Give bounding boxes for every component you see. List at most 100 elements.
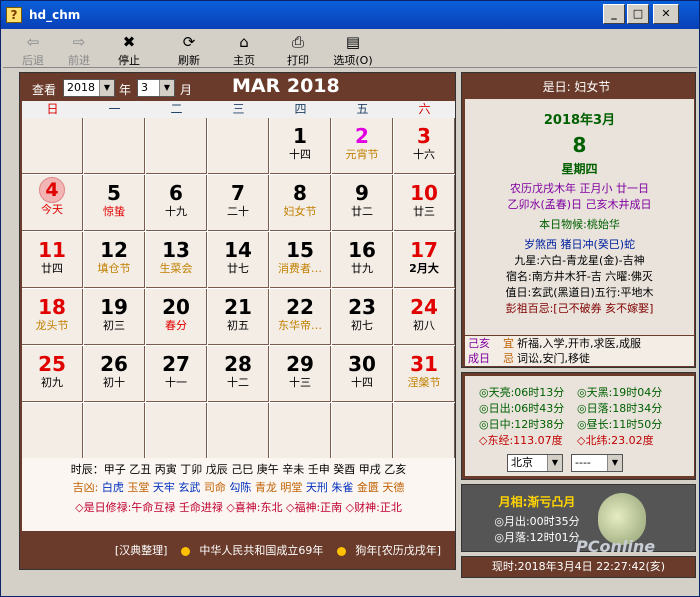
toolbar-label: 前进: [68, 54, 90, 67]
day-cell[interactable]: 25 初九: [22, 346, 83, 402]
footer-year: 狗年[农历戊戌年]: [355, 544, 441, 557]
day-cell[interactable]: 29 十三: [270, 346, 331, 402]
day-cell[interactable]: 26 初十: [84, 346, 145, 402]
lunar-label: 初十: [103, 376, 125, 389]
day-cell[interactable]: 22 东华帝…: [270, 289, 331, 345]
day-cell[interactable]: 3 十六: [394, 118, 455, 174]
toolbar-icon: ✖: [122, 33, 136, 51]
day-cell[interactable]: 8 妇女节: [270, 175, 331, 231]
day-cell[interactable]: 20 春分: [146, 289, 207, 345]
day-cell[interactable]: [208, 403, 269, 459]
pengzu-line: 彭祖百忌:[己不破券 亥不嫁娶]: [505, 302, 654, 315]
day-cell[interactable]: [394, 403, 455, 459]
day-cell[interactable]: [208, 118, 269, 174]
day-cell[interactable]: 7 二十: [208, 175, 269, 231]
big-day: 8: [572, 133, 587, 157]
toolbar-button-0[interactable]: ⇦ 后退: [11, 32, 55, 67]
day-cell[interactable]: 23 初七: [332, 289, 393, 345]
day-number: 23: [348, 295, 376, 319]
day-cell[interactable]: 9 廿二: [332, 175, 393, 231]
day-cell[interactable]: 4 今天: [22, 175, 83, 231]
day-number: 21: [224, 295, 252, 319]
toolbar-label: 刷新: [178, 54, 200, 67]
day-number: 4: [22, 177, 82, 203]
sun-info: ◎日出:06时43分: [479, 402, 565, 415]
close-button[interactable]: ✕: [653, 4, 679, 24]
sun-info: ◇东经:113.07度: [479, 434, 563, 447]
gods-row: ◇是日修禄:午命互禄 壬命进禄 ◇喜神:东北 ◇福神:正南 ◇财神:正北: [75, 501, 402, 514]
day-cell[interactable]: [332, 403, 393, 459]
day-cell[interactable]: [22, 403, 83, 459]
toolbar-label: 停止: [118, 54, 140, 67]
day-number: 12: [100, 238, 128, 262]
day-cell[interactable]: [146, 403, 207, 459]
day-cell[interactable]: 11 廿四: [22, 232, 83, 288]
window-title: hd_chm: [29, 8, 81, 22]
day-cell[interactable]: 21 初五: [208, 289, 269, 345]
day-number: 2: [355, 124, 369, 148]
lunar-label: 十二: [227, 376, 249, 389]
day-cell[interactable]: 24 初八: [394, 289, 455, 345]
jixiong-item: 玉堂: [127, 481, 153, 494]
day-cell[interactable]: 28 十二: [208, 346, 269, 402]
day-cell[interactable]: [146, 118, 207, 174]
toolbar-button-3[interactable]: ⟳ 刷新: [167, 32, 211, 67]
day-cell[interactable]: 1 十四: [270, 118, 331, 174]
jixiong-item: 玄武: [178, 481, 204, 494]
day-cell[interactable]: [22, 118, 83, 174]
chevron-down-icon: ▼: [99, 80, 114, 96]
maximize-button[interactable]: □: [627, 4, 649, 24]
minimize-button[interactable]: _: [603, 4, 625, 24]
month-value: 3: [141, 81, 148, 94]
sun-info: ◎天黑:19时04分: [577, 386, 663, 399]
toolbar-button-1[interactable]: ⇨ 前进: [57, 32, 101, 67]
month-select[interactable]: 3 ▼: [137, 79, 175, 97]
day-cell[interactable]: 19 初三: [84, 289, 145, 345]
day-cell[interactable]: [270, 403, 331, 459]
sun-inner: ◎天亮:06时13分 ◎天黑:19时04分 ◎日出:06时43分 ◎日落:18时34分…: [465, 376, 694, 476]
app-window: ? hd_chm _ □ ✕ ⇦ 后退 ⇨ 前进 ✖ 停止 ⟳ 刷新 ⌂ 主页 ⎙ 打印 ▤ 选项(O) …: [0, 0, 700, 597]
lunar-label: 廿二: [351, 205, 373, 218]
city-select[interactable]: 北京 ▼: [507, 454, 563, 472]
toolbar-button-4[interactable]: ⌂ 主页: [222, 32, 266, 67]
ji-day: 成日: [468, 352, 490, 365]
day-cell[interactable]: 2 元宵节: [332, 118, 393, 174]
day-cell[interactable]: 5 惊蛰: [84, 175, 145, 231]
city2-select[interactable]: ---- ▼: [571, 454, 623, 472]
lunar-label: 生菜会: [159, 262, 193, 275]
bullet-icon: [180, 546, 190, 556]
day-cell[interactable]: 17 2月大: [394, 232, 455, 288]
shichen-row: 时辰：甲子 乙丑 丙寅 丁卯 戊辰 己巳 庚午 辛未 壬申 癸酉 甲戌 乙亥: [70, 463, 407, 476]
day-cell[interactable]: 10 廿三: [394, 175, 455, 231]
day-cell[interactable]: [84, 403, 145, 459]
day-number: 13: [162, 238, 190, 262]
jixiong-item: 天刑: [305, 481, 332, 494]
year-unit: 年: [119, 83, 132, 97]
day-cell[interactable]: 13 生菜会: [146, 232, 207, 288]
day-cell[interactable]: 31 涅槃节: [394, 346, 455, 402]
title-bar: ? hd_chm _ □ ✕: [1, 1, 699, 29]
day-cell[interactable]: 18 龙头节: [22, 289, 83, 345]
day-cell[interactable]: 12 填仓节: [84, 232, 145, 288]
toolbar-button-6[interactable]: ▤ 选项(O): [331, 32, 375, 67]
sun-panel: ◎天亮:06时13分 ◎天黑:19时04分 ◎日出:06时43分 ◎日落:18时34分…: [461, 372, 696, 480]
day-cell[interactable]: 27 十一: [146, 346, 207, 402]
city2-value: ----: [575, 456, 591, 469]
year-select[interactable]: 2018 ▼: [63, 79, 115, 97]
toolbar-button-5[interactable]: ⎙ 打印: [276, 32, 320, 67]
day-cell[interactable]: 6 十九: [146, 175, 207, 231]
yi-label: 宜: [503, 337, 514, 350]
day-cell[interactable]: 14 廿七: [208, 232, 269, 288]
jixiong-item: 明堂: [280, 481, 306, 494]
toolbar-button-2[interactable]: ✖ 停止: [107, 32, 151, 67]
day-cell[interactable]: 16 廿九: [332, 232, 393, 288]
day-number: 14: [224, 238, 252, 262]
jixiong-item: 天牢: [152, 481, 179, 494]
lunar-label: 惊蛰: [103, 205, 125, 218]
weekday-label: 四: [294, 102, 307, 116]
day-cell[interactable]: 15 消费者…: [270, 232, 331, 288]
day-number: 6: [169, 181, 183, 205]
day-cell[interactable]: [84, 118, 145, 174]
lunar-label: 十六: [413, 148, 435, 161]
day-cell[interactable]: 30 十四: [332, 346, 393, 402]
